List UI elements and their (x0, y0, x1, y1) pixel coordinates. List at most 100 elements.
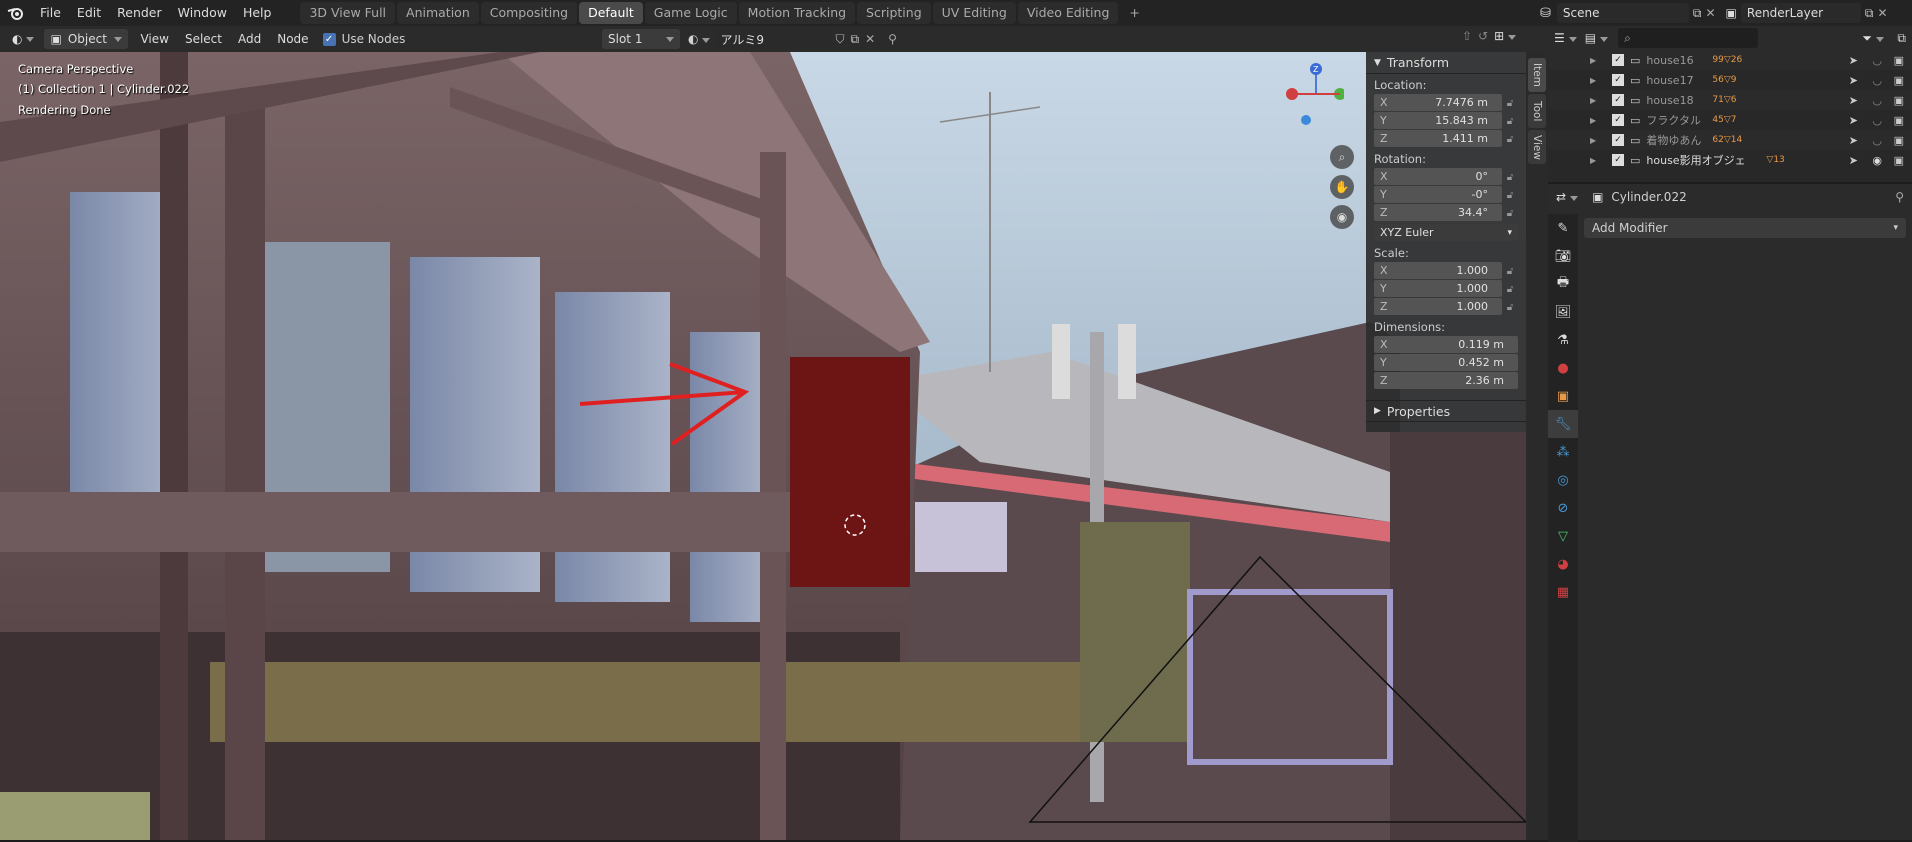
3d-viewport[interactable]: Camera Perspective (1) Collection 1 | Cy… (0, 52, 1526, 840)
modifier-wrench-icon[interactable]: 🔧︎ (1548, 410, 1578, 438)
outliner-search-input[interactable]: ⌕ (1618, 28, 1759, 48)
eye-hidden-icon[interactable]: ◡ (1872, 94, 1882, 107)
outliner-row[interactable]: ▶ ✓ ▭ 着物ゆあん 62▽14 ➤ ◡ ▣ (1548, 130, 1912, 150)
tab-tool[interactable]: Tool (1528, 94, 1546, 128)
tab-scripting[interactable]: Scripting (857, 2, 931, 24)
particles-icon[interactable]: ⁂ (1548, 438, 1578, 466)
add-workspace-button[interactable]: + (1120, 2, 1148, 24)
tab-item[interactable]: Item (1528, 58, 1546, 92)
new-collection-icon[interactable]: ⧉ (1897, 31, 1906, 46)
scene-icon[interactable]: ⚗ (1548, 326, 1578, 354)
expand-arrow-icon[interactable]: ▶ (1590, 76, 1606, 85)
outliner-row[interactable]: ▶ ✓ ▭ フラクタル 45▽7 ➤ ◡ ▣ (1548, 110, 1912, 130)
outliner-row[interactable]: ▶ ✓ ▭ house18 71▽6 ➤ ◡ ▣ (1548, 90, 1912, 110)
unlink-material-icon[interactable]: ✕ (865, 32, 875, 46)
eye-hidden-icon[interactable]: ◡ (1872, 134, 1882, 147)
visibility-checkbox[interactable]: ✓ (1612, 134, 1624, 146)
overlay-icon[interactable]: ⊞ (1494, 29, 1517, 43)
visibility-checkbox[interactable]: ✓ (1612, 154, 1624, 166)
output-icon[interactable]: 🖶︎ (1548, 270, 1578, 298)
rotation-z-field[interactable]: Z 34.4° (1374, 204, 1502, 221)
tab-game-logic[interactable]: Game Logic (644, 2, 737, 24)
menu-window[interactable]: Window (170, 0, 235, 26)
transform-orient-icon[interactable]: ⇧ (1462, 29, 1472, 43)
tab-animation[interactable]: Animation (397, 2, 479, 24)
lock-icon[interactable]: 🔓︎ (1502, 266, 1518, 277)
outliner-editor-icon[interactable]: ☰ (1554, 31, 1577, 45)
scale-y-field[interactable]: Y 1.000 (1374, 280, 1502, 297)
pin-icon[interactable]: ⚲ (888, 32, 897, 46)
dimension-y-field[interactable]: Y 0.452 m (1374, 354, 1518, 371)
expand-arrow-icon[interactable]: ▶ (1590, 136, 1606, 145)
lock-icon[interactable]: 🔓︎ (1502, 190, 1518, 201)
properties-editor-icon[interactable]: ⇄ (1556, 190, 1579, 204)
copy-material-icon[interactable]: ⧉ (851, 32, 860, 47)
lock-icon[interactable]: 🔓︎ (1502, 116, 1518, 127)
add-modifier-dropdown[interactable]: Add Modifier ▾ (1584, 218, 1906, 238)
display-mode-icon[interactable]: ▤ (1585, 31, 1609, 45)
pin-icon[interactable]: ⚲ (1895, 190, 1904, 204)
menu-help[interactable]: Help (235, 0, 280, 26)
menu-node[interactable]: Node (269, 29, 316, 49)
copy-layer-icon[interactable]: ⧉ (1865, 6, 1874, 21)
expand-arrow-icon[interactable]: ▶ (1590, 96, 1606, 105)
select-arrow-icon[interactable]: ➤ (1849, 74, 1858, 87)
filter-icon[interactable]: ⏷ (1862, 31, 1884, 46)
tab-uv-editing[interactable]: UV Editing (932, 2, 1016, 24)
location-y-field[interactable]: Y 15.843 m (1374, 112, 1502, 129)
lock-icon[interactable]: 🔓︎ (1502, 172, 1518, 183)
visibility-checkbox[interactable]: ✓ (1612, 114, 1624, 126)
eye-hidden-icon[interactable]: ◡ (1872, 74, 1882, 87)
menu-view[interactable]: View (132, 29, 176, 49)
close-scene-icon[interactable]: ✕ (1705, 6, 1715, 20)
menu-select[interactable]: Select (177, 29, 230, 49)
copy-scene-icon[interactable]: ⧉ (1693, 6, 1702, 21)
rotation-mode-dropdown[interactable]: XYZ Euler ▾ (1374, 224, 1518, 241)
eye-hidden-icon[interactable]: ◡ (1872, 54, 1882, 67)
menu-add[interactable]: Add (230, 29, 269, 49)
camera-icon[interactable]: ▣ (1894, 54, 1904, 67)
outliner-row[interactable]: ▶ ✓ ▭ house16 99▽26 ➤ ◡ ▣ (1548, 50, 1912, 70)
visibility-checkbox[interactable]: ✓ (1612, 74, 1624, 86)
lock-icon[interactable]: 🔓︎ (1502, 302, 1518, 313)
eye-visible-icon[interactable]: ◉ (1872, 154, 1882, 167)
fake-user-icon[interactable]: ⛉ (835, 32, 844, 47)
dimension-z-field[interactable]: Z 2.36 m (1374, 372, 1518, 389)
lock-icon[interactable]: 🔓︎ (1502, 134, 1518, 145)
physics-icon[interactable]: ◎ (1548, 466, 1578, 494)
rotation-y-field[interactable]: Y -0° (1374, 186, 1502, 203)
tab-default[interactable]: Default (579, 2, 643, 24)
slot-selector[interactable]: Slot 1 (602, 29, 680, 49)
menu-render[interactable]: Render (109, 0, 170, 26)
camera-icon[interactable]: ▣ (1894, 154, 1904, 167)
select-arrow-icon[interactable]: ➤ (1849, 154, 1858, 167)
rotation-x-field[interactable]: X 0° (1374, 168, 1502, 185)
zoom-icon[interactable]: ⌕ (1330, 145, 1354, 169)
camera-icon[interactable]: ▣ (1894, 134, 1904, 147)
outliner-row[interactable]: ▶ ✓ ▭ house影用オブジェ ▽13 ➤ ◉ ▣ (1548, 150, 1912, 170)
tab-3d-view-full[interactable]: 3D View Full (300, 2, 396, 24)
constraints-icon[interactable]: ⊘ (1548, 494, 1578, 522)
location-z-field[interactable]: Z 1.411 m (1374, 130, 1502, 147)
material-icon[interactable]: ◕ (1548, 550, 1578, 578)
camera-view-icon[interactable]: ◉ (1330, 205, 1354, 229)
tab-view[interactable]: View (1528, 130, 1546, 164)
lock-icon[interactable]: 🔓︎ (1502, 284, 1518, 295)
select-arrow-icon[interactable]: ➤ (1849, 94, 1858, 107)
expand-arrow-icon[interactable]: ▶ (1590, 116, 1606, 125)
render-icon[interactable]: 📷︎ (1548, 242, 1578, 270)
expand-arrow-icon[interactable]: ▶ (1590, 156, 1606, 165)
scale-x-field[interactable]: X 1.000 (1374, 262, 1502, 279)
object-properties-icon[interactable]: ▣ (1548, 382, 1578, 410)
visibility-checkbox[interactable]: ✓ (1612, 54, 1624, 66)
select-arrow-icon[interactable]: ➤ (1849, 54, 1858, 67)
world-icon[interactable]: ● (1548, 354, 1578, 382)
mode-selector[interactable]: ▣ Object (44, 29, 129, 49)
render-layer-selector[interactable]: RenderLayer (1740, 3, 1861, 23)
tab-video-editing[interactable]: Video Editing (1017, 2, 1119, 24)
select-arrow-icon[interactable]: ➤ (1849, 134, 1858, 147)
camera-icon[interactable]: ▣ (1894, 74, 1904, 87)
outliner-row[interactable]: ▶ ✓ ▭ house17 56▽9 ➤ ◡ ▣ (1548, 70, 1912, 90)
camera-icon[interactable]: ▣ (1894, 114, 1904, 127)
select-arrow-icon[interactable]: ➤ (1849, 114, 1858, 127)
